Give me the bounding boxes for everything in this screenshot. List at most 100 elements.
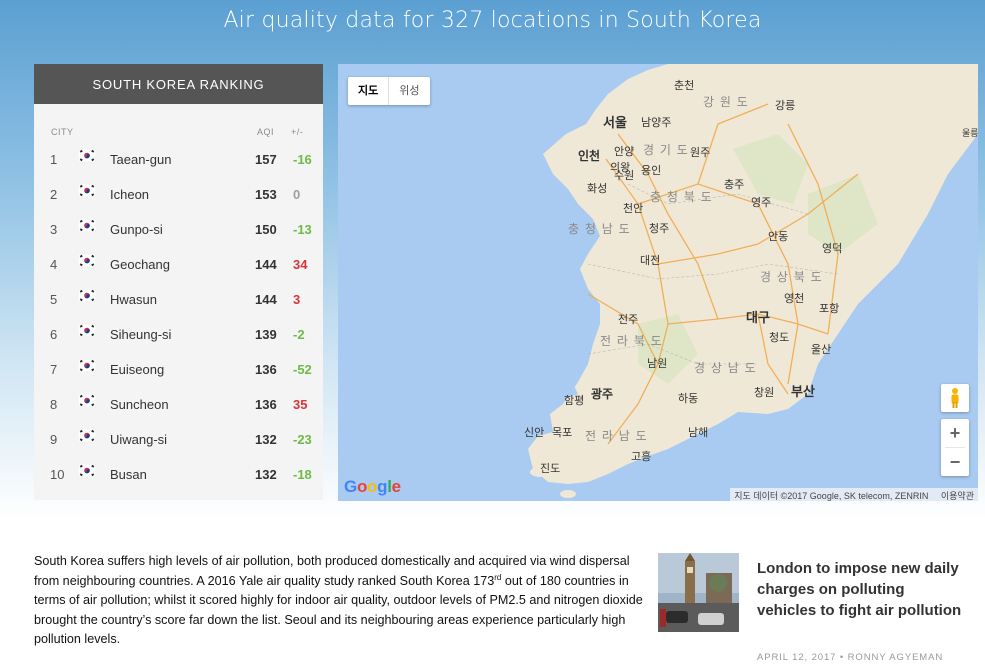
map-label-gyeongbuk: 경 상 북 도 <box>760 270 823 284</box>
ranking-rank: 2 <box>50 187 58 202</box>
ranking-row[interactable]: 2 Icheon 153 0 <box>34 176 323 211</box>
news-meta-separator: • <box>839 652 845 663</box>
south-korea-flag-icon <box>77 323 97 338</box>
ranking-aqi: 150 <box>255 222 277 237</box>
map-label-jindo: 진도 <box>540 462 560 475</box>
street-view-pegman-button[interactable] <box>941 384 969 412</box>
map-label-cheongju: 청주 <box>649 222 669 235</box>
map-label-yongin: 용인 <box>641 164 661 177</box>
news-meta: APRIL 12, 2017 • RONNY AGYEMAN <box>757 652 943 663</box>
south-korea-flag-icon <box>77 288 97 303</box>
map-label-hwaseong: 화성 <box>587 182 607 195</box>
ranking-aqi: 144 <box>255 292 277 307</box>
map-label-chungju: 충주 <box>724 178 744 191</box>
map-label-suwon: 수원 <box>614 169 634 182</box>
map-label-chungnam: 충 청 남 도 <box>568 222 631 236</box>
map-label-busan: 부산 <box>791 384 815 400</box>
ranking-change: -16 <box>293 152 312 167</box>
column-header-aqi: AQI <box>257 127 275 137</box>
ranking-rank: 7 <box>50 362 58 377</box>
map-label-yeongcheon: 영천 <box>784 291 804 305</box>
map-type-control: 지도 위성 <box>348 77 430 105</box>
ranking-aqi: 144 <box>255 257 277 272</box>
map-label-jeonnam: 전 라 남 도 <box>585 429 648 443</box>
map-terms-link[interactable]: 이용약관 <box>941 491 974 501</box>
news-thumbnail[interactable] <box>658 553 739 632</box>
ranking-city[interactable]: Taean-gun <box>110 152 171 167</box>
ranking-row[interactable]: 4 Geochang 144 34 <box>34 246 323 281</box>
ranking-row[interactable]: 6 Siheung-si 139 -2 <box>34 316 323 351</box>
ranking-city[interactable]: Euiseong <box>110 362 164 377</box>
news-author[interactable]: RONNY AGYEMAN <box>848 652 943 663</box>
ranking-row[interactable]: 7 Euiseong 136 -52 <box>34 351 323 386</box>
ranking-row[interactable]: 8 Suncheon 136 35 <box>34 386 323 421</box>
map-label-gangneung: 강릉 <box>775 99 795 112</box>
ranking-change: -52 <box>293 362 312 377</box>
ranking-rank: 3 <box>50 222 58 237</box>
ranking-column-headers: CITY AQI +/- <box>34 104 323 137</box>
map-label-daejeon: 대전 <box>640 254 660 267</box>
map-canvas: 춘천 강 원 도 강릉 서울 남양주 인천 안양 경 기 도 원주 의왕 수원 … <box>524 64 978 498</box>
map-attribution: 지도 데이터 ©2017 Google, SK telecom, ZENRIN … <box>730 488 978 501</box>
map-label-yeongdeok: 영덕 <box>822 242 842 255</box>
map-label-jeonju: 전주 <box>618 313 638 326</box>
south-korea-flag-icon <box>77 253 97 268</box>
google-logo[interactable]: Google <box>344 477 401 497</box>
column-header-city: CITY <box>51 127 74 137</box>
south-korea-flag-icon <box>77 183 97 198</box>
ranking-city[interactable]: Hwasun <box>110 292 157 307</box>
news-headline-link[interactable]: London to impose new daily charges on po… <box>757 558 967 621</box>
ranking-rank: 9 <box>50 432 58 447</box>
ranking-rank: 8 <box>50 397 58 412</box>
ranking-change: 0 <box>293 187 301 202</box>
ranking-change: 35 <box>293 397 308 412</box>
map-view[interactable]: 춘천 강 원 도 강릉 서울 남양주 인천 안양 경 기 도 원주 의왕 수원 … <box>338 64 978 501</box>
map-label-ulsan: 울산 <box>811 343 831 356</box>
ranking-city[interactable]: Suncheon <box>110 397 169 412</box>
map-label-namhae: 남해 <box>688 425 708 439</box>
ranking-row[interactable]: 5 Hwasun 144 3 <box>34 281 323 316</box>
map-label-cheongdo: 청도 <box>769 331 789 344</box>
zoom-control: + − <box>941 419 969 476</box>
map-label-wonju: 원주 <box>690 146 710 159</box>
ranking-row[interactable]: 1 Taean-gun 157 -16 <box>34 141 323 176</box>
article-body: South Korea suffers high levels of air p… <box>34 554 643 646</box>
ranking-city[interactable]: Gunpo-si <box>110 222 163 237</box>
news-date: APRIL 12, 2017 <box>757 652 837 663</box>
map-attribution-text: 지도 데이터 ©2017 Google, SK telecom, ZENRIN <box>734 491 929 501</box>
map-type-map-button[interactable]: 지도 <box>348 77 390 105</box>
zoom-out-button[interactable]: − <box>941 448 969 476</box>
pegman-icon <box>951 388 959 408</box>
london-street-image <box>658 553 739 632</box>
map-label-jeonbuk: 전 라 북 도 <box>600 334 663 348</box>
ranking-aqi: 157 <box>255 152 277 167</box>
ranking-city[interactable]: Siheung-si <box>110 327 171 342</box>
ranking-row[interactable]: 3 Gunpo-si 150 -13 <box>34 211 323 246</box>
map-label-gwangju: 광주 <box>591 386 613 401</box>
ranking-change: -18 <box>293 467 312 482</box>
column-header-change: +/- <box>291 127 304 137</box>
ranking-row[interactable]: 10 Busan 132 -18 <box>34 456 323 491</box>
ranking-city[interactable]: Busan <box>110 467 147 482</box>
map-label-incheon: 인천 <box>578 148 600 163</box>
map-label-seoul: 서울 <box>603 115 627 131</box>
zoom-in-button[interactable]: + <box>941 419 969 447</box>
ranking-row[interactable]: 9 Uiwang-si 132 -23 <box>34 421 323 456</box>
map-label-anyang: 안양 <box>614 145 634 158</box>
ranking-change: -2 <box>293 327 305 342</box>
ranking-change: 34 <box>293 257 308 272</box>
ranking-rank: 10 <box>50 467 65 482</box>
ranking-aqi: 136 <box>255 397 277 412</box>
ranking-header: SOUTH KOREA RANKING <box>34 64 323 104</box>
map-label-ulleung: 울릉 <box>962 128 978 139</box>
map-label-gangwon: 강 원 도 <box>703 95 749 109</box>
ranking-city[interactable]: Icheon <box>110 187 149 202</box>
ranking-city[interactable]: Geochang <box>110 257 170 272</box>
ranking-city[interactable]: Uiwang-si <box>110 432 167 447</box>
map-label-hampyeong: 함평 <box>564 394 584 407</box>
ranking-list: 1 Taean-gun 157 -16 2 Icheon 153 0 3 Gunpo-si 150 -… <box>34 141 323 491</box>
map-label-goheung: 고흥 <box>631 449 651 463</box>
south-korea-flag-icon <box>77 463 97 478</box>
map-type-satellite-button[interactable]: 위성 <box>389 77 429 105</box>
ranking-aqi: 132 <box>255 467 277 482</box>
